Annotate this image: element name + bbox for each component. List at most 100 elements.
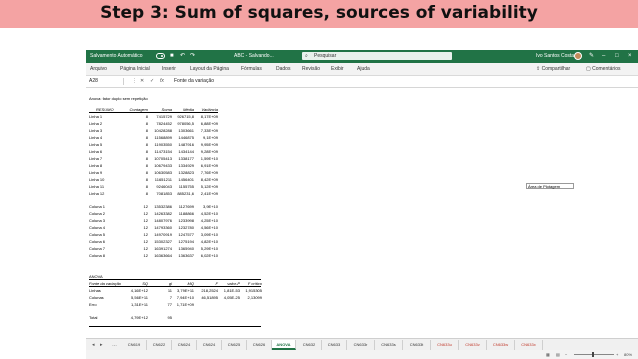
zoom-in-icon[interactable]: + <box>616 352 618 357</box>
maximize-icon[interactable]: □ <box>615 53 619 59</box>
anova-cell: 4,16E+12 <box>130 288 148 293</box>
normal-view-icon[interactable]: ▦ <box>546 352 550 357</box>
zoom-slider-thumb[interactable] <box>592 352 594 357</box>
tab-formulas[interactable]: Fórmulas <box>241 66 262 72</box>
sheet-tab[interactable]: CN626 <box>247 340 272 350</box>
mean-cell: 1232780 <box>178 225 194 230</box>
pen-icon[interactable]: ✎ <box>589 53 594 59</box>
worksheet[interactable]: Anova: fator duplo sem repetição RESUMO … <box>86 90 638 348</box>
sheet-tab[interactable]: CN625 <box>222 340 247 350</box>
sheet-tab[interactable]: CN633r <box>347 340 375 350</box>
sheet-tab[interactable]: CN624 <box>172 340 197 350</box>
count-cell: 8 <box>145 191 148 196</box>
avatar[interactable] <box>574 52 582 60</box>
tab-layout[interactable]: Layout da Página <box>190 66 229 72</box>
group-name: Coluna 6 <box>89 239 106 244</box>
variance-cell: 2,41E+09 <box>200 191 218 196</box>
sheet-tab[interactable]: CN633u <box>431 340 459 350</box>
sheet-tab[interactable]: CN633t <box>403 340 431 350</box>
ribbon-tabs: Arquivo Página Inicial Inserir Layout da… <box>86 63 638 76</box>
confirm-icon[interactable]: ✓ <box>150 78 154 84</box>
save-icon[interactable]: ■ <box>170 53 174 59</box>
share-button[interactable]: ⇪ Compartilhar <box>536 66 570 72</box>
count-cell: 12 <box>143 246 148 251</box>
sheet-tab[interactable]: CN633w <box>487 340 515 350</box>
autosave-label: Salvamento Automático <box>90 53 143 59</box>
group-name: Linha 10 <box>89 177 105 182</box>
zoom-level[interactable]: 80% <box>624 352 632 357</box>
slide-title: Step 3: Sum of squares, sources of varia… <box>100 3 538 23</box>
anova-cell: Colunas <box>89 295 104 300</box>
mean-cell: 1303661 <box>178 128 194 133</box>
sheet-tab[interactable]: CN619 <box>122 340 147 350</box>
anova-cell: Linhas <box>89 288 101 293</box>
more-sheets-icon[interactable]: … <box>112 342 117 348</box>
tab-pagina-inicial[interactable]: Página Inicial <box>120 66 150 72</box>
anova-cell: 1,71E+09 <box>176 302 194 307</box>
redo-icon[interactable]: ↷ <box>190 53 195 59</box>
sheet-tab[interactable]: CN633v <box>459 340 487 350</box>
anova-heading: Anova: fator duplo sem repetição <box>89 96 148 101</box>
sheet-tab[interactable]: ANOVA <box>272 340 296 350</box>
sheet-tab[interactable]: CN633s <box>375 340 403 350</box>
variance-cell: 5,12E+09 <box>200 184 218 189</box>
user-name: Ivo Santos Costa <box>536 53 575 59</box>
prev-sheet-icon[interactable]: ▸ <box>100 342 103 348</box>
anova-cell: 1,81E-53 <box>223 288 240 293</box>
anova-cell: 7,94E+10 <box>176 295 194 300</box>
sum-cell: 13532386 <box>154 204 172 209</box>
sum-cell: 7081853 <box>156 191 172 196</box>
more-icon[interactable]: ⋮ <box>132 78 137 84</box>
formula-bar: A28 ⋮ ✕ ✓ fx Fonte da variação <box>86 77 638 88</box>
group-name: Coluna 1 <box>89 204 106 209</box>
sum-cell: 10630583 <box>154 170 172 175</box>
page-layout-icon[interactable]: ▤ <box>556 352 560 357</box>
sum-cell: 11568899 <box>154 135 173 140</box>
group-name: Coluna 3 <box>89 218 106 223</box>
comments-button[interactable]: ▢ Comentários <box>586 66 620 72</box>
anova-bottom-rule <box>89 326 261 327</box>
mean-cell: 1155755 <box>178 184 194 189</box>
sheet-tab[interactable]: CN633x <box>515 340 543 350</box>
sheet-tab[interactable]: CN624 <box>197 340 222 350</box>
function-icon[interactable]: fx <box>160 78 164 84</box>
search-icon: ⌕ <box>305 53 308 59</box>
zoom-out-icon[interactable]: − <box>565 352 567 357</box>
count-cell: 8 <box>145 142 148 147</box>
anova-cell: 4,79E+12 <box>130 315 148 320</box>
mean-cell: 1233998 <box>178 218 194 223</box>
anova-cell: Total <box>89 315 98 320</box>
search-input[interactable]: ⌕ Pesquisar <box>302 52 452 60</box>
tab-dados[interactable]: Dados <box>276 66 290 72</box>
sheet-tab[interactable]: CN632 <box>297 340 322 350</box>
formula-input[interactable]: Fonte da variação <box>174 78 214 84</box>
tab-inserir[interactable]: Inserir <box>162 66 176 72</box>
cancel-icon[interactable]: ✕ <box>140 78 144 84</box>
anova-cell: 11 <box>167 288 172 293</box>
header-rule <box>89 112 218 113</box>
zoom-slider[interactable] <box>574 354 614 355</box>
anova-cell: 95 <box>167 315 172 320</box>
undo-icon[interactable]: ↶ <box>180 53 185 59</box>
tab-arquivo[interactable]: Arquivo <box>90 66 107 72</box>
group-name: Coluna 2 <box>89 211 106 216</box>
file-name: ABC - Salvando... <box>234 53 274 59</box>
first-sheet-icon[interactable]: ◂ <box>92 342 95 348</box>
count-cell: 8 <box>145 135 148 140</box>
group-name: Linha 1 <box>89 114 103 119</box>
count-cell: 8 <box>145 128 148 133</box>
count-cell: 8 <box>145 121 148 126</box>
minimize-icon[interactable]: – <box>602 53 605 59</box>
sheet-tab[interactable]: CN622 <box>147 340 172 350</box>
mean-cell: 1338177 <box>178 156 194 161</box>
anova-cell: Erro <box>89 302 97 307</box>
tab-ajuda[interactable]: Ajuda <box>357 66 370 72</box>
name-box[interactable]: A28 <box>89 78 124 85</box>
anova-cell: 3,79E+11 <box>177 288 194 293</box>
sheet-tab[interactable]: CN633 <box>322 340 347 350</box>
mean-cell: 1127699 <box>178 204 194 209</box>
tab-exibir[interactable]: Exibir <box>331 66 344 72</box>
tab-revisao[interactable]: Revisão <box>302 66 320 72</box>
autosave-toggle[interactable] <box>156 53 165 59</box>
close-icon[interactable]: × <box>628 53 632 59</box>
